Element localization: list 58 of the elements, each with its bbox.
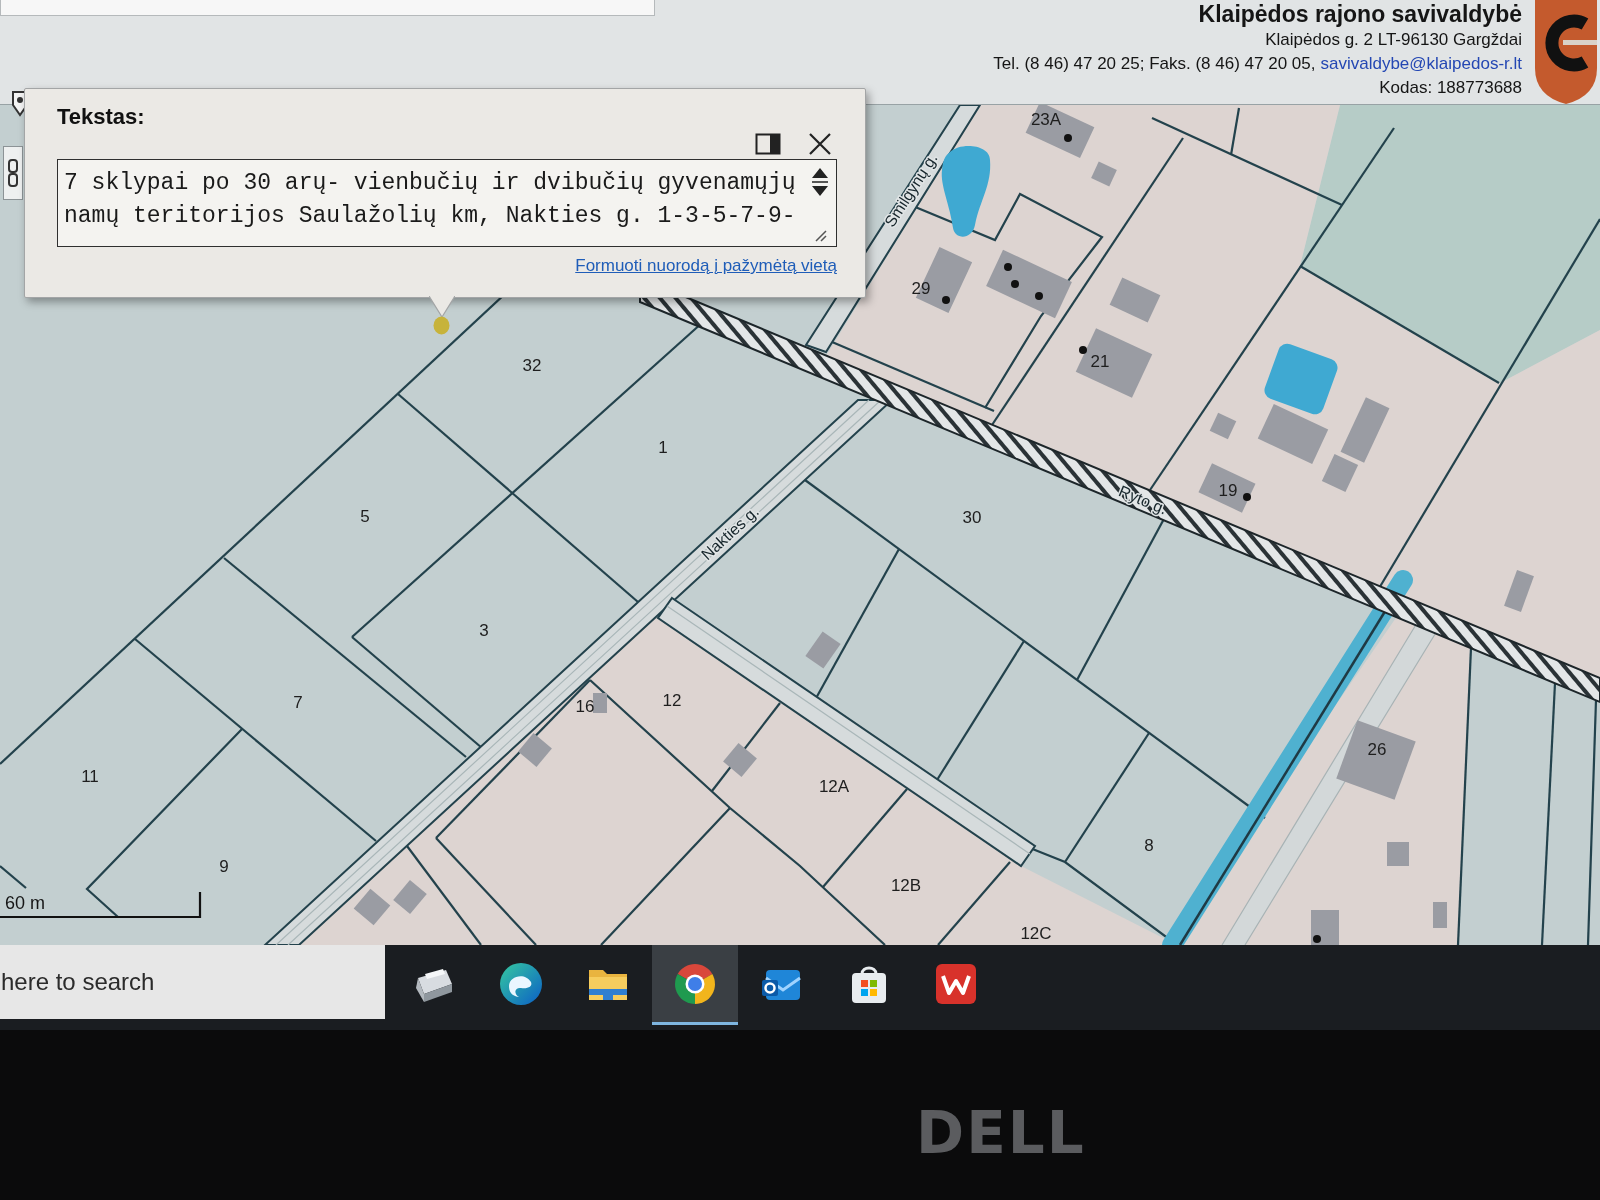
ring-logo-icon xyxy=(673,961,717,1006)
text-area-field[interactable]: 7 sklypai po 30 arų- vienbučių ir dvibučių gyvenamųjų namų teritorijos Saulažolių km, Nakties g. 1-3-5-7-9- xyxy=(57,159,837,247)
point-marker xyxy=(1064,134,1072,142)
close-button[interactable] xyxy=(807,131,833,157)
point-marker xyxy=(1313,935,1321,943)
coat-of-arms-icon xyxy=(1533,0,1599,104)
point-marker xyxy=(942,296,950,304)
organization-title: Klaipėdos rajono savivaldybė xyxy=(1198,1,1522,28)
search-field[interactable]: here to search xyxy=(0,945,385,1019)
point-marker xyxy=(1011,280,1019,288)
parcel-number: 23A xyxy=(1030,109,1062,129)
parcel-boundary xyxy=(0,865,27,889)
swirl-icon xyxy=(499,961,543,1006)
parcel-number: 30 xyxy=(962,507,982,527)
parcel-number: 8 xyxy=(1144,835,1154,855)
parcel-number: 1 xyxy=(658,437,668,457)
chain-icon xyxy=(7,158,19,188)
email-link[interactable]: savivaldybe@klaipedos-r.lt xyxy=(1320,52,1522,76)
point-marker xyxy=(1079,346,1087,354)
share-location-link[interactable]: Formuoti nuorodą į pažymėtą vietą xyxy=(575,255,837,277)
building xyxy=(593,693,607,713)
parcel-number: 12 xyxy=(662,690,682,710)
parcel-number: 19 xyxy=(1218,480,1238,500)
street-name: Ryto g. xyxy=(1116,482,1170,518)
location-marker-icon xyxy=(433,316,450,335)
parcel-number: 9 xyxy=(219,856,229,876)
parcel-number: 12B xyxy=(890,875,922,895)
parcel-number: 3 xyxy=(479,620,489,640)
point-marker xyxy=(1243,493,1251,501)
point-marker xyxy=(1004,263,1012,271)
parcel-number: 5 xyxy=(360,506,370,526)
building xyxy=(1387,842,1409,866)
parcel-number: 32 xyxy=(522,355,542,375)
parcel-number: 29 xyxy=(911,278,931,298)
parcel-number: 7 xyxy=(293,692,303,712)
contacts-text: Tel. (8 46) 47 20 25; Faks. (8 46) 47 20 05, xyxy=(993,53,1316,75)
parcel-number: 26 xyxy=(1367,739,1387,759)
building xyxy=(1433,902,1447,928)
maximize-button[interactable] xyxy=(755,131,781,157)
parcel-number: 12A xyxy=(818,776,850,796)
popup-title: Tekstas: xyxy=(57,103,146,131)
scroll-arrows-icon[interactable] xyxy=(811,167,829,197)
point-marker xyxy=(1035,292,1043,300)
resize-grip-icon[interactable] xyxy=(813,228,827,242)
parcel-number: 12C xyxy=(1020,923,1052,943)
close-icon xyxy=(808,132,832,156)
maximize-icon xyxy=(755,133,781,155)
parcel-number: 11 xyxy=(81,766,99,786)
parcel-number: 21 xyxy=(1090,351,1110,371)
taskbar-button[interactable] xyxy=(652,945,738,1025)
scale-label: 60 m xyxy=(5,893,46,913)
address-text: Klaipėdos g. 2 LT-96130 Gargždai xyxy=(1265,29,1522,51)
tool-button[interactable] xyxy=(3,146,23,200)
parcel-number: 16 xyxy=(575,696,595,716)
company-code-text: Kodas: 188773688 xyxy=(1379,77,1522,99)
building xyxy=(1311,910,1339,945)
zigzag-tile-icon xyxy=(934,961,978,1006)
bezel-logo: DELL xyxy=(916,1104,1086,1162)
